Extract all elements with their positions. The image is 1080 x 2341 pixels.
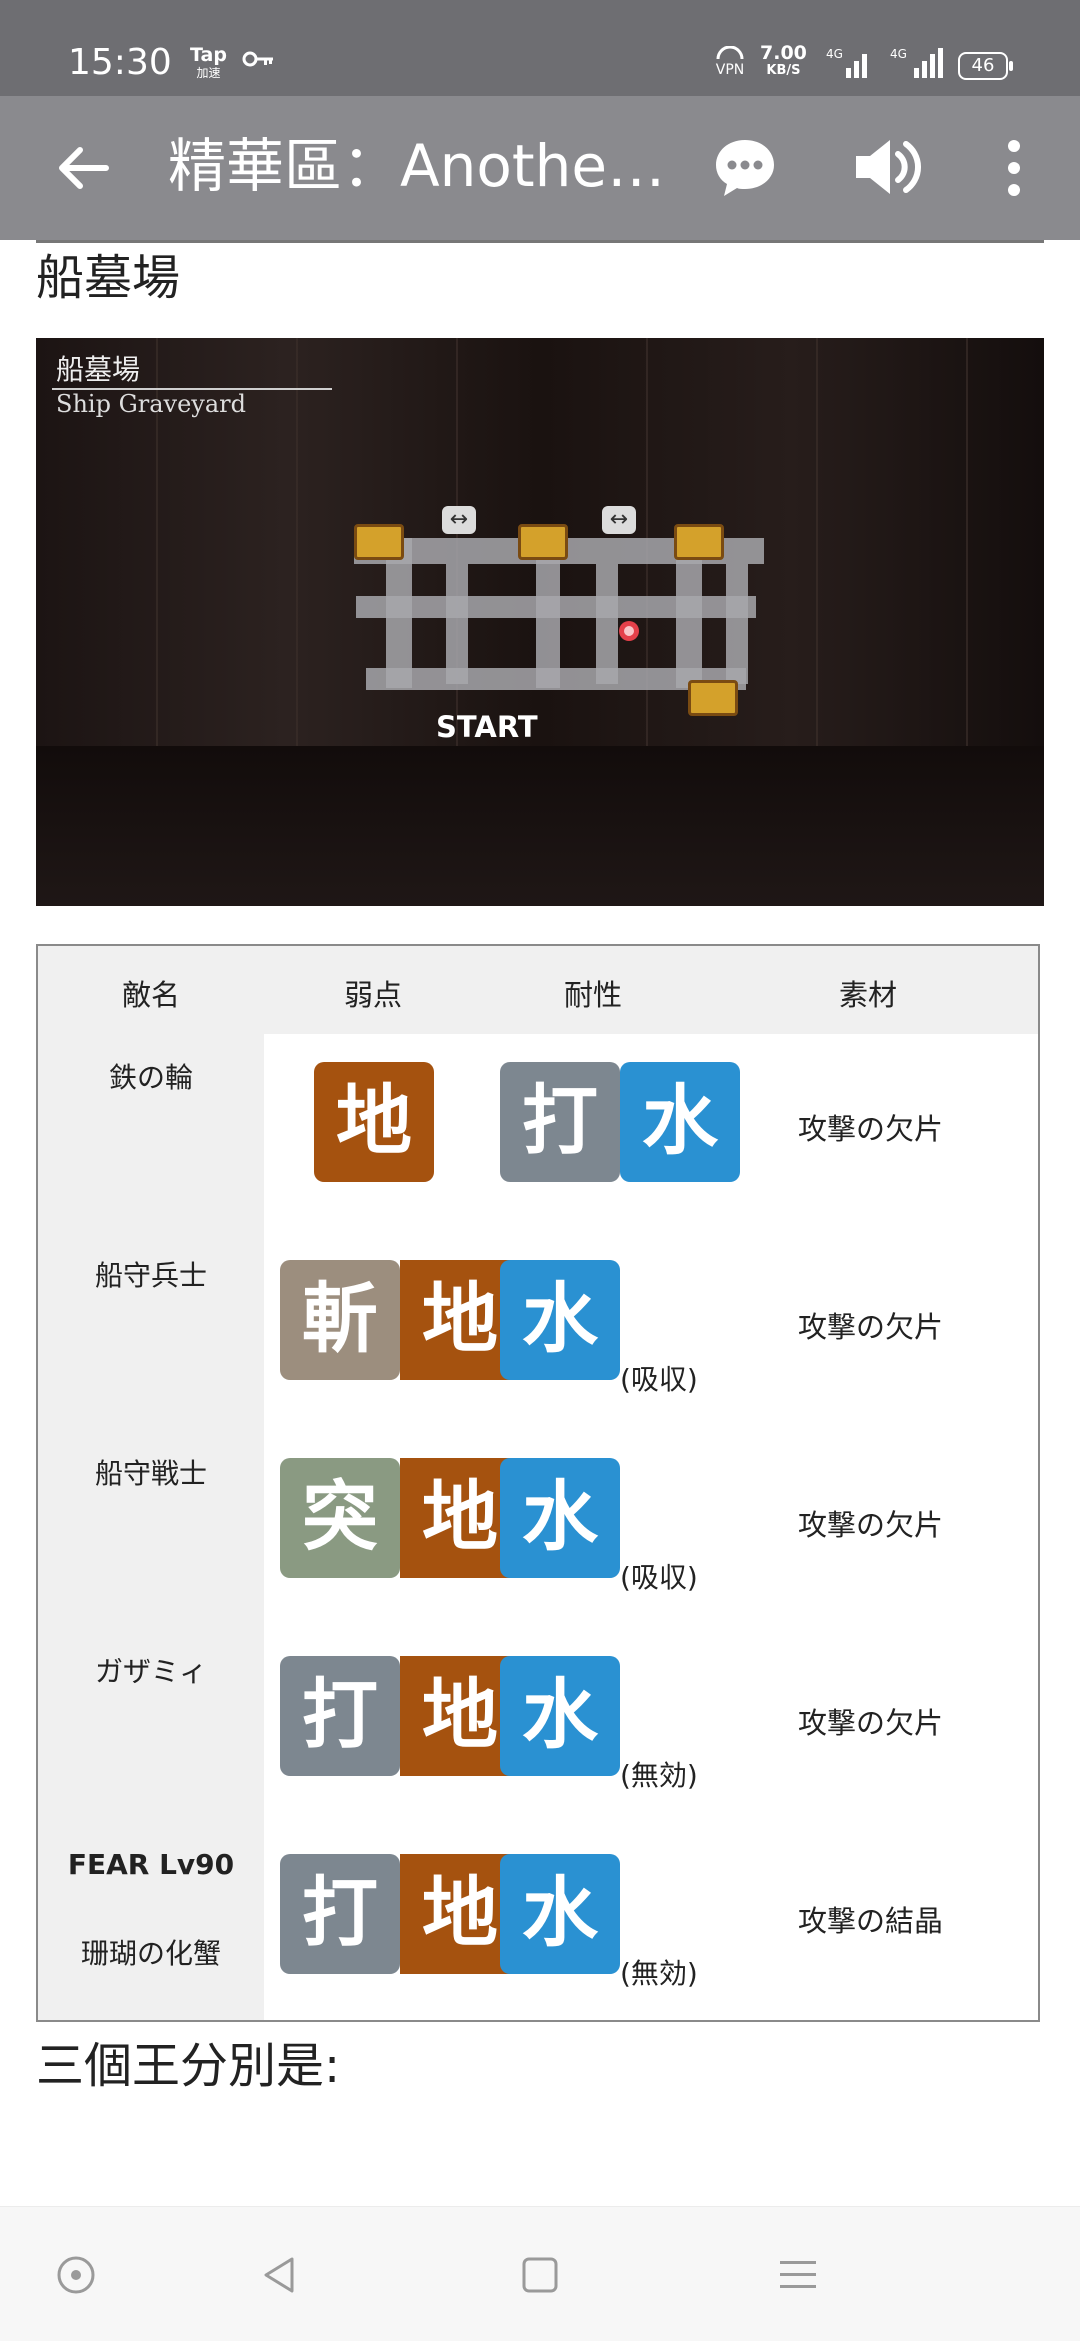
enemy-marker-icon [619,621,639,641]
map-room [386,538,412,688]
table-header-row: 敵名 弱点 耐性 素材 [38,946,1038,1034]
enemy-name: 珊瑚の化蟹 [80,1937,221,1970]
arrow-left-icon[interactable] [52,136,116,200]
resistance-tile: 水 [620,1062,740,1182]
map-image[interactable]: 船墓場 Ship Graveyard ↔ ↔ START [36,338,1044,906]
table-row: 船守戦士 突 地 水 (吸収) 攻撃の欠片 [38,1430,1038,1628]
treasure-chest-icon [518,524,568,560]
signal-icon-2: 4G [884,46,946,84]
network2-label: 4G [890,47,907,61]
enemy-level: FEAR Lv90 [67,1848,235,1881]
table-row: FEAR Lv90 珊瑚の化蟹 打 地 水 (無効) 攻撃の結晶 [38,1826,1038,2024]
divider [36,240,1044,243]
enemy-name: 船守戦士 [94,1457,207,1490]
more-vertical-icon[interactable] [996,136,1032,200]
map-room [446,564,468,684]
material-label: 攻撃の欠片 [798,1706,944,1740]
treasure-chest-icon [674,524,724,560]
map-name-jp: 船墓場 [56,353,141,386]
app-bar: 精華區：Another Eden [0,96,1080,240]
material-label: 攻撃の欠片 [798,1112,944,1146]
speaker-icon[interactable] [852,132,922,202]
section-title: 船墓場 [36,250,181,306]
exit-arrow-icon: ↔ [442,506,476,534]
map-start-label: START [436,710,538,744]
treasure-chest-icon [688,680,738,716]
header-resistance: 耐性 [563,978,622,1012]
menu-lines-icon[interactable] [774,2251,822,2299]
enemy-name: 鉄の輪 [108,1061,193,1094]
tap-label: Tap [190,44,227,66]
circle-dot-icon[interactable] [52,2251,100,2299]
enemy-table: 敵名 弱点 耐性 素材 鉄の輪 地 打 水 攻撃の欠片 船守兵士 斬 地 水 (… [36,944,1040,2022]
resistance-tile: 打 [500,1062,620,1182]
resistance-tile: 水 [500,1854,620,1974]
table-row: 鉄の輪 地 打 水 攻撃の欠片 [38,1034,1038,1232]
vpn-icon: VPN [715,45,745,78]
speed-value: 7.00 [760,42,807,64]
resistance-note: (無効) [620,1759,698,1792]
exit-arrow-icon: ↔ [602,506,636,534]
resistance-tile: 突 [280,1458,400,1578]
chat-bubble-icon[interactable] [712,134,778,200]
resistance-tile: 斬 [280,1260,400,1380]
resistance-tile: 打 [280,1656,400,1776]
map-room [676,538,702,688]
map-room [536,538,560,688]
header-weakness: 弱点 [343,978,402,1012]
tap-sub-label: 加速 [196,66,221,80]
resistance-tile: 水 [500,1260,620,1380]
page-title: 精華區：Another Eden [168,132,668,200]
battery-indicator: 46 [958,52,1013,80]
status-time: 15:30 [68,42,172,83]
material-label: 攻撃の欠片 [798,1310,944,1344]
map-name-en: Ship Graveyard [56,390,246,418]
material-label: 攻撃の結晶 [798,1904,944,1938]
enemy-name: ガザミィ [94,1655,207,1688]
key-icon [242,51,273,67]
network1-label: 4G [826,47,843,61]
vpn-label: VPN [715,62,745,78]
speed-unit: KB/S [766,63,801,78]
map-room [726,564,748,684]
square-home-icon[interactable] [516,2251,564,2299]
material-label: 攻撃の欠片 [798,1508,944,1542]
tap-accelerator-icon: Tap 加速 [190,46,227,82]
resistance-note: (無効) [620,1957,698,1990]
navigation-bar [0,2206,1080,2341]
enemy-name: 船守兵士 [94,1259,207,1292]
network-speed: 7.00 KB/S [760,44,807,80]
resistance-tile: 打 [280,1854,400,1974]
triangle-back-icon[interactable] [256,2251,304,2299]
resistance-tile: 水 [500,1656,620,1776]
header-material: 素材 [838,978,897,1012]
weakness-tile: 地 [314,1062,434,1182]
table-row: ガザミィ 打 地 水 (無効) 攻撃の欠片 [38,1628,1038,1826]
signal-icon-1: 4G [826,46,874,84]
treasure-chest-icon [354,524,404,560]
resistance-note: (吸収) [620,1363,698,1396]
header-enemy-name: 敵名 [121,978,180,1012]
resistance-note: (吸収) [620,1561,698,1594]
body-text: 三個王分別是: [36,2038,341,2094]
table-row: 船守兵士 斬 地 水 (吸収) 攻撃の欠片 [38,1232,1038,1430]
resistance-tile: 水 [500,1458,620,1578]
status-bar: 15:30 Tap 加速 VPN 7.00 KB/S 4G 4G 46 [0,0,1080,96]
